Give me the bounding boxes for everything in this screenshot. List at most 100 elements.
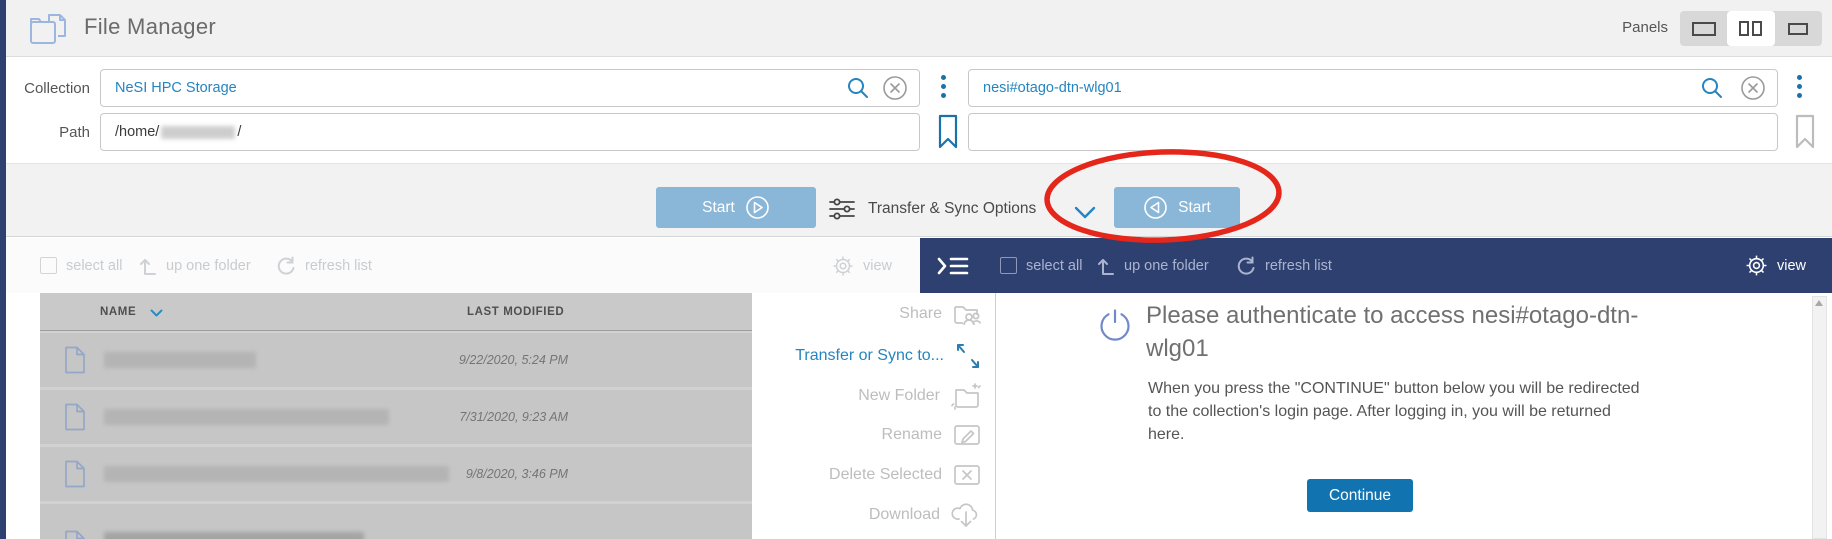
right-path-bookmark-icon[interactable] [1794, 114, 1816, 150]
left-select-all[interactable]: select all [40, 238, 122, 293]
file-list: NAME LAST MODIFIED 9/22/2020, 5:24 PM 7/… [40, 293, 752, 539]
left-panel-toolbar: select all up one folder refresh list vi… [6, 238, 920, 293]
up-one-folder-icon [1096, 256, 1115, 276]
last-modified-value: 7/31/2020, 9:23 AM [459, 410, 568, 424]
sort-chevron-down-icon[interactable] [150, 309, 163, 317]
left-path-suffix: / [237, 124, 241, 140]
redacted-path-segment [161, 126, 235, 139]
redacted-filename [104, 352, 256, 368]
right-up-one-folder[interactable]: up one folder [1096, 238, 1209, 293]
panel-layout-switcher [1680, 11, 1822, 46]
share-label: Share [899, 305, 942, 323]
redacted-filename [104, 466, 449, 482]
new-folder-icon [951, 382, 981, 410]
right-panel-toolbar: select all up one folder refresh list vi… [920, 238, 1832, 293]
transfer-sync-options-button[interactable]: Transfer & Sync Options [868, 200, 1036, 218]
right-collection-search-icon[interactable] [1700, 76, 1724, 100]
play-right-icon [745, 195, 770, 220]
gear-icon [832, 255, 854, 277]
single-panel-icon [1692, 22, 1716, 36]
left-view-button[interactable]: view [832, 238, 892, 293]
file-manager-app: File Manager Panels Collection [0, 0, 1832, 539]
left-refresh-list[interactable]: refresh list [276, 238, 372, 293]
start-left-button[interactable]: Start [656, 187, 816, 228]
select-all-checkbox[interactable] [40, 257, 57, 274]
rename-button[interactable]: Rename [752, 420, 995, 450]
panels-label: Panels [1622, 19, 1668, 36]
file-icon [64, 460, 86, 488]
download-label: Download [869, 506, 940, 524]
left-path-bookmark-icon[interactable] [937, 114, 959, 150]
refresh-list-label: refresh list [1265, 258, 1332, 274]
right-refresh-list[interactable]: refresh list [1236, 238, 1332, 293]
file-list-header: NAME LAST MODIFIED [40, 293, 752, 331]
options-sliders-icon [828, 198, 856, 220]
auth-heading: Please authenticate to access nesi#otago… [1146, 299, 1641, 365]
left-path-prefix: /home/ [115, 124, 159, 140]
right-select-all[interactable]: select all [1000, 238, 1082, 293]
third-panel-button[interactable] [1775, 11, 1822, 46]
left-collection-input[interactable] [100, 69, 920, 107]
right-collection-clear-icon[interactable] [1740, 75, 1766, 101]
up-one-folder-label: up one folder [1124, 258, 1209, 274]
new-folder-button[interactable]: New Folder [752, 381, 995, 411]
select-all-label: select all [1026, 258, 1082, 274]
select-all-checkbox[interactable] [1000, 257, 1017, 274]
page-title: File Manager [84, 14, 216, 40]
right-panel-scrollbar[interactable] [1812, 296, 1827, 539]
refresh-list-label: refresh list [305, 258, 372, 274]
left-collection-search-icon[interactable] [846, 76, 870, 100]
file-icon [64, 403, 86, 431]
file-icon [64, 530, 86, 539]
auth-panel: Please authenticate to access nesi#otago… [996, 293, 1832, 539]
table-row[interactable] [40, 504, 752, 539]
column-name[interactable]: NAME [100, 306, 136, 318]
play-left-icon [1143, 195, 1168, 220]
left-collection-menu-icon[interactable] [941, 75, 946, 98]
rename-icon [953, 423, 981, 447]
single-panel-button[interactable] [1680, 11, 1727, 46]
gear-icon [1745, 254, 1768, 277]
redacted-filename [104, 532, 364, 539]
share-icon [953, 301, 981, 327]
power-icon [1098, 308, 1132, 342]
table-row[interactable]: 9/8/2020, 3:46 PM [40, 447, 752, 501]
share-button[interactable]: Share [752, 299, 995, 329]
transfer-or-sync-button[interactable]: Transfer or Sync to... [752, 341, 995, 371]
start-right-label: Start [1178, 199, 1211, 217]
right-view-button[interactable]: view [1745, 238, 1806, 293]
dual-panel-icon [1739, 21, 1762, 36]
last-modified-value: 9/22/2020, 5:24 PM [459, 353, 568, 367]
download-button[interactable]: Download [752, 500, 995, 530]
left-up-one-folder[interactable]: up one folder [138, 238, 251, 293]
transfer-arrows-icon [955, 342, 981, 370]
refresh-icon [276, 256, 296, 276]
app-header: File Manager Panels [6, 0, 1832, 57]
collection-label: Collection [0, 80, 90, 97]
left-collection-clear-icon[interactable] [882, 75, 908, 101]
auth-body-text: When you press the "CONTINUE" button bel… [1148, 377, 1643, 446]
start-left-label: Start [702, 199, 735, 217]
transfer-or-sync-label: Transfer or Sync to... [795, 347, 944, 365]
view-label: view [863, 258, 892, 274]
view-label: view [1777, 258, 1806, 274]
right-collection-menu-icon[interactable] [1797, 75, 1802, 98]
options-chevron-down-icon[interactable] [1074, 206, 1096, 219]
delete-selected-button[interactable]: Delete Selected [752, 460, 995, 490]
dual-panel-button[interactable] [1727, 11, 1774, 46]
last-modified-value: 9/8/2020, 3:46 PM [466, 467, 568, 481]
right-collection-input[interactable] [968, 69, 1778, 107]
file-icon [64, 346, 86, 374]
refresh-icon [1236, 256, 1256, 276]
column-last-modified[interactable]: LAST MODIFIED [467, 306, 564, 318]
table-row[interactable]: 9/22/2020, 5:24 PM [40, 333, 752, 387]
third-panel-icon [1788, 23, 1808, 35]
collapse-panel-icon [936, 255, 970, 277]
continue-button[interactable]: Continue [1307, 479, 1413, 512]
left-path-input[interactable]: /home/ / [100, 113, 920, 151]
start-right-button[interactable]: Start [1114, 187, 1240, 228]
right-path-input[interactable] [968, 113, 1778, 151]
table-row[interactable]: 7/31/2020, 9:23 AM [40, 390, 752, 444]
scroll-up-arrow-icon[interactable] [1815, 300, 1823, 306]
collapse-panel-button[interactable] [936, 238, 970, 293]
